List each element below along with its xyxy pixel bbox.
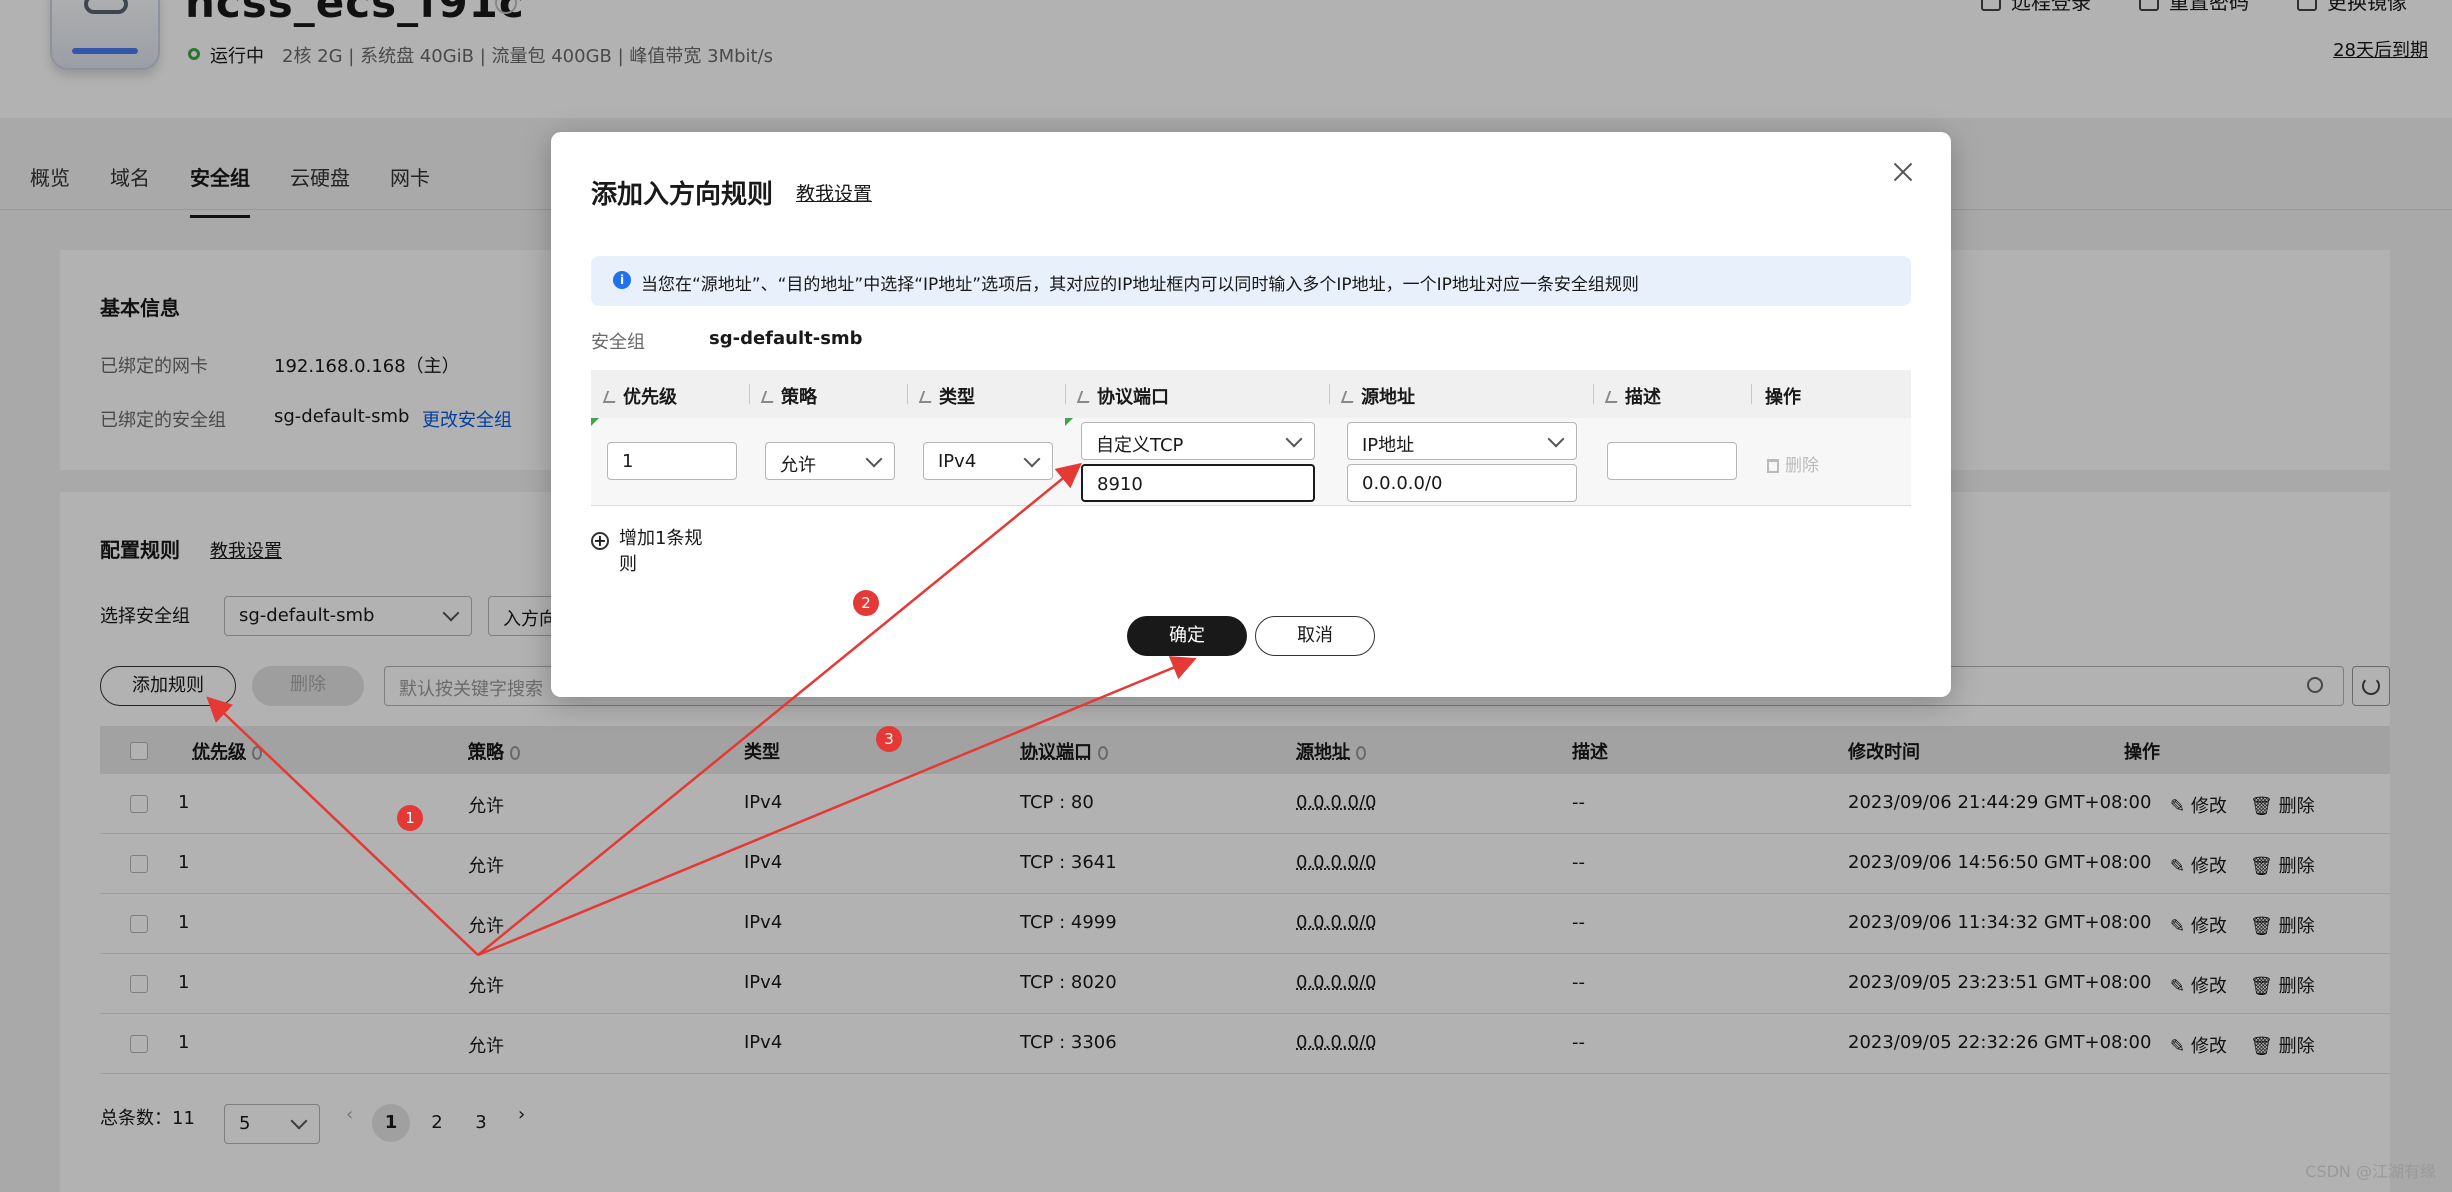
protocol-select[interactable]: 自定义TCP [1081, 422, 1315, 460]
rule-header-priority: 优先级 [602, 383, 677, 409]
dialog-title: 添加入方向规则 [591, 180, 774, 210]
trash-icon [1767, 459, 1779, 473]
rule-delete-button[interactable]: 删除 [1767, 451, 1819, 476]
cancel-button[interactable]: 取消 [1255, 616, 1375, 656]
rule-form-row: 1 允许 IPv4 自定义TCP 8910 IP地址 0.0.0.0/0 删除 [591, 418, 1911, 506]
dialog-help-link[interactable]: 教我设置 [796, 179, 872, 206]
annotation-badge-2: 2 [853, 590, 879, 616]
port-input[interactable]: 8910 [1081, 464, 1315, 502]
chevron-down-icon [865, 450, 883, 468]
description-input[interactable] [1607, 442, 1737, 480]
rule-header-desc: 描述 [1604, 383, 1661, 409]
dialog-sg-value: sg-default-smb [709, 328, 863, 349]
rule-header-port: 协议端口 [1076, 383, 1169, 409]
edit-icon [1076, 391, 1094, 403]
rule-header-action: 操作 [1765, 387, 1801, 408]
chevron-down-icon [1547, 430, 1565, 448]
rule-form-header: 优先级 策略 类型 协议端口 源地址 描述 操作 [591, 370, 1911, 418]
source-type-select[interactable]: IP地址 [1347, 422, 1577, 460]
required-mark [591, 418, 599, 426]
add-one-rule-button[interactable]: + 增加1条规则 [591, 526, 711, 578]
rule-header-type: 类型 [918, 383, 975, 409]
close-icon[interactable] [1891, 160, 1915, 184]
priority-input[interactable]: 1 [607, 442, 737, 480]
edit-icon [918, 391, 936, 403]
chevron-down-icon [1023, 450, 1041, 468]
watermark: CSDN @江湖有缘 [2305, 1162, 2436, 1181]
edit-icon [1604, 391, 1622, 403]
info-banner: i 当您在“源地址”、“目的地址”中选择“IP地址”选项后，其对应的IP地址框内… [591, 256, 1911, 306]
rule-header-policy: 策略 [760, 383, 817, 409]
annotation-badge-3: 3 [876, 726, 902, 752]
edit-icon [602, 391, 620, 403]
required-mark [1065, 418, 1073, 426]
edit-icon [760, 391, 778, 403]
policy-select[interactable]: 允许 [765, 442, 895, 480]
dialog-sg-label: 安全组 [591, 332, 645, 353]
plus-circle-icon: + [591, 532, 609, 550]
edit-icon [1340, 391, 1358, 403]
add-inbound-rule-dialog: 添加入方向规则 教我设置 i 当您在“源地址”、“目的地址”中选择“IP地址”选… [551, 132, 1951, 697]
annotation-badge-1: 1 [397, 805, 423, 831]
confirm-button[interactable]: 确定 [1127, 616, 1247, 656]
info-icon: i [613, 271, 631, 289]
rule-header-source: 源地址 [1340, 383, 1415, 409]
source-ip-input[interactable]: 0.0.0.0/0 [1347, 464, 1577, 502]
chevron-down-icon [1285, 430, 1303, 448]
type-select[interactable]: IPv4 [923, 442, 1053, 480]
